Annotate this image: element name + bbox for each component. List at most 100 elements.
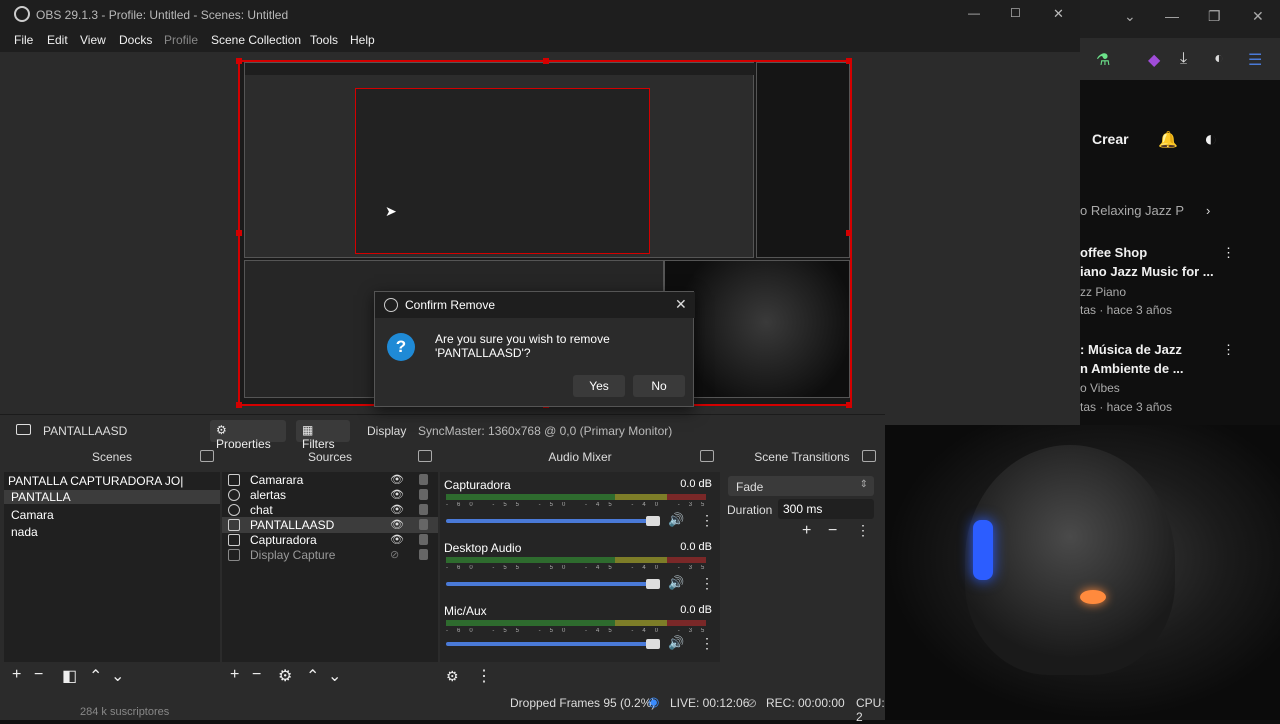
menu-docks[interactable]: Docks: [119, 33, 152, 47]
more-icon[interactable]: ⋮: [700, 575, 714, 592]
restore-button[interactable]: ❐: [1208, 8, 1221, 25]
slider-knob[interactable]: [646, 639, 660, 649]
lock-icon[interactable]: [419, 549, 428, 560]
scene-item[interactable]: nada: [11, 525, 38, 539]
eye-hidden-icon[interactable]: ⊘: [390, 548, 399, 561]
scene-item[interactable]: PANTALLA CAPTURADORA JO|: [8, 474, 183, 488]
more-icon[interactable]: ⋮: [1222, 245, 1235, 261]
display-select[interactable]: SyncMaster: 1360x768 @ 0,0 (Primary Moni…: [418, 424, 672, 438]
menu-scene-collection[interactable]: Scene Collection: [211, 33, 301, 47]
gear-icon[interactable]: ⚙: [278, 666, 292, 686]
volume-slider[interactable]: [446, 582, 660, 586]
more-icon[interactable]: ⋮: [700, 512, 714, 529]
volume-meter: [446, 494, 706, 500]
remove-source-icon[interactable]: −: [252, 666, 261, 684]
playlist-chip[interactable]: o Relaxing Jazz P: [1080, 203, 1184, 218]
extension-icon[interactable]: ◆: [1148, 50, 1160, 70]
menu-edit[interactable]: Edit: [47, 33, 68, 47]
display-label: Display: [367, 424, 407, 438]
source-item[interactable]: alertas: [250, 488, 286, 502]
filters-button[interactable]: ▦ Filters: [296, 420, 350, 451]
add-source-icon[interactable]: +: [230, 666, 239, 684]
undock-icon[interactable]: [862, 450, 876, 462]
more-icon[interactable]: ⋮: [700, 635, 714, 652]
menu-icon[interactable]: ☰: [1248, 50, 1262, 70]
menu-view[interactable]: View: [80, 33, 106, 47]
maximize-button[interactable]: ☐: [1010, 6, 1021, 20]
undock-icon[interactable]: [200, 450, 214, 462]
no-button[interactable]: No: [633, 375, 685, 397]
eye-icon[interactable]: 👁: [390, 488, 404, 501]
move-up-icon[interactable]: ⌃: [306, 666, 319, 686]
eye-icon[interactable]: 👁: [390, 473, 404, 486]
minimize-button[interactable]: —: [968, 6, 980, 20]
speaker-icon[interactable]: 🔊: [668, 635, 684, 651]
avatar[interactable]: ◐: [1204, 126, 1217, 152]
more-icon[interactable]: ⋮: [856, 522, 870, 539]
lock-icon[interactable]: [419, 489, 428, 500]
move-down-icon[interactable]: ⌄: [328, 666, 341, 686]
speaker-icon[interactable]: 🔊: [668, 575, 684, 591]
title-bar: OBS 29.1.3 - Profile: Untitled - Scenes:…: [0, 0, 1080, 30]
scene-item-selected[interactable]: PANTALLA: [4, 490, 220, 504]
transition-select[interactable]: Fade ⇕: [728, 476, 874, 496]
menu-help[interactable]: Help: [350, 33, 375, 47]
video-channel[interactable]: o Vibes: [1080, 381, 1120, 395]
avatar[interactable]: ◐: [1214, 50, 1224, 68]
remove-scene-icon[interactable]: −: [34, 666, 43, 684]
volume-slider[interactable]: [446, 519, 660, 523]
lock-icon[interactable]: [419, 504, 428, 515]
eye-icon[interactable]: 👁: [390, 518, 404, 531]
bell-icon[interactable]: 🔔: [1158, 130, 1178, 150]
video-title-line1[interactable]: : Música de Jazz: [1080, 342, 1182, 357]
speaker-icon[interactable]: 🔊: [668, 512, 684, 528]
video-title-line1[interactable]: offee Shop: [1080, 245, 1147, 260]
video-channel[interactable]: zz Piano: [1080, 285, 1126, 299]
menu-tools[interactable]: Tools: [310, 33, 338, 47]
slider-knob[interactable]: [646, 516, 660, 526]
source-item[interactable]: Camarara: [250, 473, 303, 487]
move-up-icon[interactable]: ⌃: [89, 666, 102, 686]
eye-icon[interactable]: 👁: [390, 533, 404, 546]
yes-button[interactable]: Yes: [573, 375, 625, 397]
video-title-line2[interactable]: iano Jazz Music for ...: [1080, 264, 1214, 279]
lock-icon[interactable]: [419, 474, 428, 485]
source-item-selected[interactable]: PANTALLAASD: [250, 518, 334, 532]
undock-icon[interactable]: [700, 450, 714, 462]
menu-file[interactable]: File: [14, 33, 33, 47]
remove-transition-icon[interactable]: −: [828, 522, 837, 540]
download-icon[interactable]: ⤓: [1180, 50, 1187, 68]
scene-filters-icon[interactable]: ◧: [62, 666, 77, 686]
close-button[interactable]: ✕: [1053, 6, 1064, 22]
scene-item[interactable]: Camara: [11, 508, 54, 522]
more-icon[interactable]: ⋮: [1222, 342, 1235, 358]
lock-icon[interactable]: [419, 534, 428, 545]
create-button[interactable]: Crear: [1092, 131, 1129, 147]
video-title-line2[interactable]: n Ambiente de ...: [1080, 361, 1184, 376]
chevron-right-icon[interactable]: ›: [1206, 203, 1210, 218]
close-icon[interactable]: ✕: [675, 296, 687, 313]
scenes-list: PANTALLA CAPTURADORA JO| PANTALLA Camara…: [4, 472, 220, 662]
volume-meter: [446, 620, 706, 626]
eye-icon[interactable]: 👁: [390, 503, 404, 516]
move-down-icon[interactable]: ⌄: [111, 666, 124, 686]
properties-button[interactable]: ⚙ Properties: [210, 420, 286, 451]
flask-icon[interactable]: ⚗: [1096, 50, 1110, 70]
chevron-down-icon[interactable]: ⌄: [1124, 8, 1136, 25]
source-item[interactable]: chat: [250, 503, 273, 517]
lock-icon[interactable]: [419, 519, 428, 530]
close-button[interactable]: ✕: [1252, 8, 1264, 25]
minimize-button[interactable]: —: [1165, 8, 1179, 24]
duration-input[interactable]: 300 ms: [778, 499, 874, 519]
undock-icon[interactable]: [418, 450, 432, 462]
slider-knob[interactable]: [646, 579, 660, 589]
add-transition-icon[interactable]: +: [802, 522, 811, 540]
volume-slider[interactable]: [446, 642, 660, 646]
add-scene-icon[interactable]: +: [12, 666, 21, 684]
advanced-audio-icon[interactable]: ⚙: [446, 668, 459, 685]
duration-value: 300 ms: [783, 502, 823, 516]
source-item[interactable]: Display Capture: [250, 548, 335, 562]
more-icon[interactable]: ⋮: [476, 666, 492, 686]
menu-profile[interactable]: Profile: [164, 33, 198, 47]
source-item[interactable]: Capturadora: [250, 533, 317, 547]
